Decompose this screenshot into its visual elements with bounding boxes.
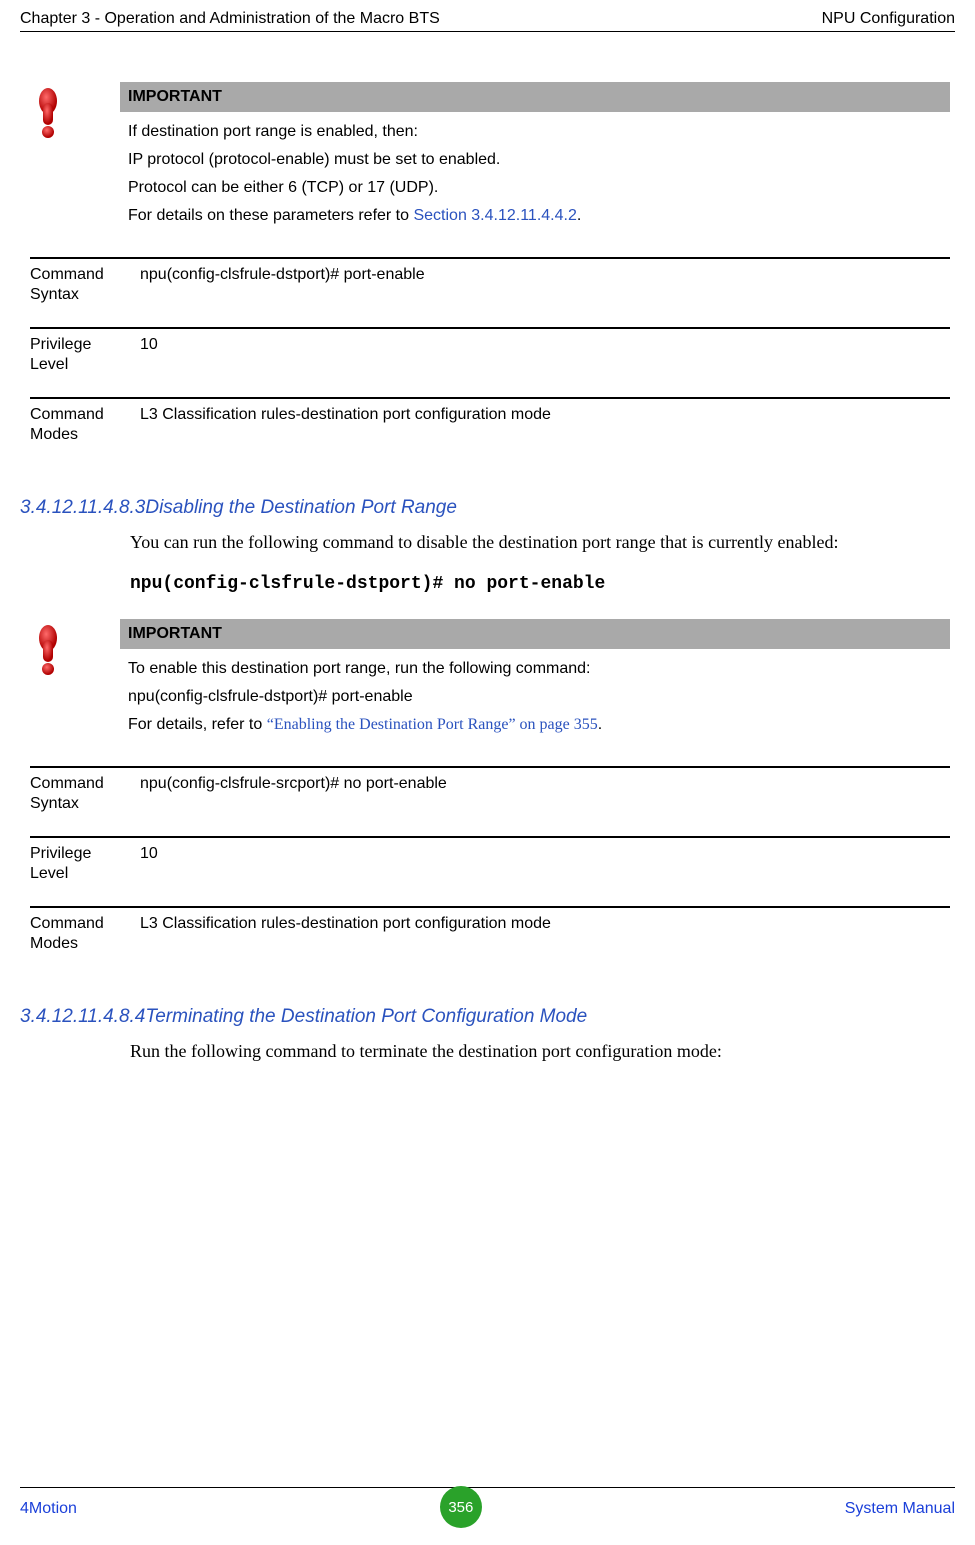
important-heading: IMPORTANT [120,82,950,112]
important-text: If destination port range is enabled, th… [128,120,950,144]
section-body: You can run the following command to dis… [130,529,950,556]
important-block-2: IMPORTANT To enable this destination por… [30,619,950,741]
footer-right: System Manual [845,1500,955,1518]
page-header: Chapter 3 - Operation and Administration… [20,10,955,32]
field-value-syntax: npu(config-clsfrule-srcport)# no port-en… [140,774,950,814]
important-heading: IMPORTANT [120,619,950,649]
footer-center: 356 [440,1486,482,1528]
important-text: Protocol can be either 6 (TCP) or 17 (UD… [128,176,950,200]
page-number: 356 [440,1486,482,1528]
header-right: NPU Configuration [822,10,955,28]
section-heading-disable-port-range: 3.4.12.11.4.8.3Disabling the Destination… [20,497,950,519]
important-text: npu(config-clsfrule-dstport)# port-enabl… [128,685,950,709]
command-details-2: Command Syntax npu(config-clsfrule-srcpo… [30,766,950,976]
field-value-privilege: 10 [140,335,950,375]
section-link[interactable]: Section 3.4.12.11.4.4.2 [413,207,576,224]
footer-left: 4Motion [20,1500,77,1518]
section-heading-terminate-port-mode: 3.4.12.11.4.8.4Terminating the Destinati… [20,1006,950,1028]
field-label-privilege: Privilege Level [30,335,140,375]
important-text: To enable this destination port range, r… [128,657,950,681]
command-code: npu(config-clsfrule-dstport)# no port-en… [130,574,950,594]
field-label-modes: Command Modes [30,914,140,954]
important-icon [30,619,120,681]
section-body: Run the following command to terminate t… [130,1038,950,1065]
important-icon [30,82,120,144]
field-label-syntax: Command Syntax [30,265,140,305]
field-label-privilege: Privilege Level [30,844,140,884]
field-value-privilege: 10 [140,844,950,884]
field-value-modes: L3 Classification rules-destination port… [140,914,950,954]
field-value-modes: L3 Classification rules-destination port… [140,405,950,445]
important-text: IP protocol (protocol-enable) must be se… [128,148,950,172]
field-label-syntax: Command Syntax [30,774,140,814]
command-details-1: Command Syntax npu(config-clsfrule-dstpo… [30,257,950,467]
header-left: Chapter 3 - Operation and Administration… [20,10,440,28]
field-label-modes: Command Modes [30,405,140,445]
important-block-1: IMPORTANT If destination port range is e… [30,82,950,232]
page-footer: 4Motion 356 System Manual [20,1487,955,1530]
page-link[interactable]: “Enabling the Destination Port Range” on… [267,716,598,733]
important-text: For details, refer to “Enabling the Dest… [128,713,950,737]
field-value-syntax: npu(config-clsfrule-dstport)# port-enabl… [140,265,950,305]
important-text: For details on these parameters refer to… [128,204,950,228]
